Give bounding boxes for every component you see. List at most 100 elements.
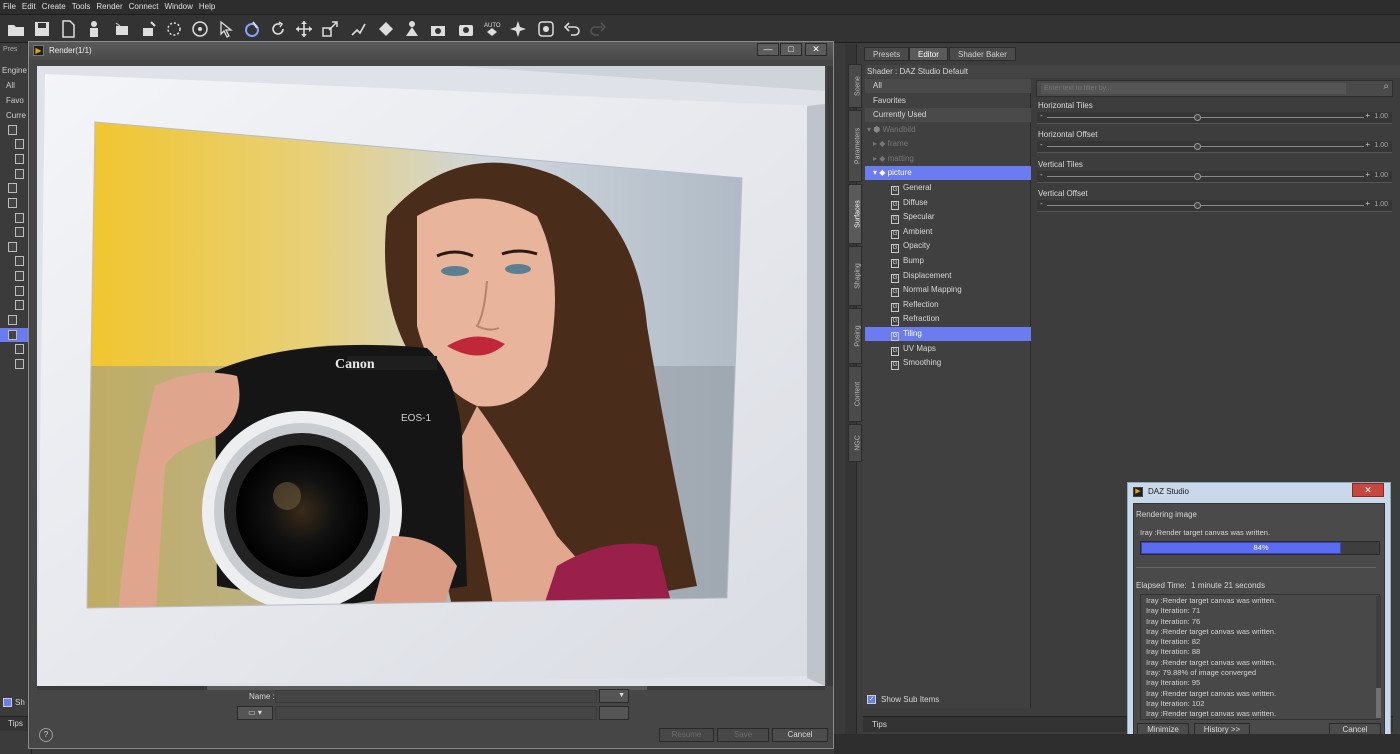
surface-item[interactable]: G Smoothing: [865, 356, 1031, 371]
tree-row-root[interactable]: ▾ ⬢ Wandbild: [865, 123, 1031, 137]
menu-help[interactable]: Help: [196, 0, 218, 11]
render-window-titlebar[interactable]: ▶ Render(1/1) — □ ✕: [29, 42, 833, 60]
slider-knob[interactable]: [1194, 201, 1201, 209]
log-scroll-thumb[interactable]: [1376, 688, 1381, 718]
decrement-button[interactable]: -: [1040, 170, 1043, 179]
surface-selection-icon[interactable]: [242, 19, 262, 39]
menu-tools[interactable]: Tools: [69, 0, 94, 11]
tips-tab[interactable]: Tips: [872, 720, 887, 729]
vtab-shaping[interactable]: Shaping: [848, 246, 862, 306]
tree-row-picture[interactable]: ▾ ◆ picture: [865, 166, 1031, 180]
menu-edit[interactable]: Edit: [19, 0, 39, 11]
path-input[interactable]: [275, 706, 597, 720]
node-tool-icon[interactable]: [138, 19, 158, 39]
surface-item[interactable]: G Normal Mapping: [865, 283, 1031, 298]
menu-window[interactable]: Window: [161, 0, 195, 11]
surface-item[interactable]: G Opacity: [865, 239, 1031, 254]
menu-connect[interactable]: Connect: [126, 0, 162, 11]
open-folder-icon[interactable]: [6, 19, 26, 39]
log-scrollbar[interactable]: [1376, 596, 1381, 718]
pointer-icon[interactable]: [216, 19, 236, 39]
figure-pose-icon[interactable]: [402, 19, 422, 39]
tree-node-icon[interactable]: [15, 286, 24, 296]
name-input[interactable]: [275, 690, 597, 703]
tree-node-icon[interactable]: [15, 213, 24, 223]
property-value[interactable]: 1.00: [1374, 201, 1388, 208]
increment-button[interactable]: +: [1365, 140, 1370, 149]
tree-row-matting[interactable]: ▸ ◆ matting: [865, 152, 1031, 166]
dialog-close-button[interactable]: ✕: [1352, 483, 1384, 497]
tree-node-icon[interactable]: [15, 139, 24, 149]
filter-input[interactable]: [1041, 83, 1346, 94]
tab-editor[interactable]: Editor: [909, 47, 948, 61]
tree-node-icon[interactable]: [15, 256, 24, 266]
camera-icon[interactable]: [428, 19, 448, 39]
tree-node-icon[interactable]: [15, 344, 24, 354]
close-button[interactable]: ✕: [805, 43, 827, 56]
increment-button[interactable]: +: [1365, 199, 1370, 208]
tab-presets[interactable]: Presets: [864, 47, 910, 61]
tree-node-icon[interactable]: [15, 271, 24, 281]
property-value[interactable]: 1.00: [1374, 172, 1388, 179]
tab-shader-baker[interactable]: Shader Baker: [949, 47, 1016, 61]
tree-node-icon[interactable]: [8, 315, 17, 325]
browse-button[interactable]: [599, 706, 629, 720]
iray-icon[interactable]: [536, 19, 556, 39]
vtab-surfaces[interactable]: Surfaces: [848, 184, 862, 244]
increment-button[interactable]: +: [1365, 111, 1370, 120]
tree-node-icon[interactable]: [8, 242, 17, 252]
decrement-button[interactable]: -: [1040, 140, 1043, 149]
region-tool-icon[interactable]: [164, 19, 184, 39]
render-icon[interactable]: [456, 19, 476, 39]
slider-track[interactable]: - +1.00: [1037, 111, 1392, 124]
surface-item[interactable]: G UV Maps: [865, 342, 1031, 356]
tree-node-icon[interactable]: [8, 125, 17, 135]
open-folder-dropdown[interactable]: ▭ ▾: [237, 706, 273, 720]
minimize-button[interactable]: —: [757, 43, 779, 56]
joint-editor-icon[interactable]: [348, 19, 368, 39]
save-button[interactable]: Save: [717, 728, 769, 742]
tree-node-icon[interactable]: [15, 359, 24, 369]
scale-icon[interactable]: [320, 19, 340, 39]
slider-track[interactable]: - +1.00: [1037, 199, 1392, 212]
tree-node-icon[interactable]: [15, 154, 24, 164]
property-slider[interactable]: Vertical Tiles - +1.00: [1036, 159, 1393, 186]
tree-node-icon[interactable]: [8, 183, 17, 193]
tree-node-icon[interactable]: [15, 169, 24, 179]
tree-node-icon[interactable]: [15, 227, 24, 237]
property-slider[interactable]: Horizontal Offset - +1.00: [1036, 129, 1393, 156]
translate-icon[interactable]: [294, 19, 314, 39]
vertical-scrollbar[interactable]: [827, 66, 833, 686]
auto-icon[interactable]: AUTO: [482, 19, 502, 39]
slider-track[interactable]: - +1.00: [1037, 170, 1392, 183]
surface-item[interactable]: G Ambient: [865, 225, 1031, 239]
universal-tool-icon[interactable]: [190, 19, 210, 39]
undo-icon[interactable]: [562, 19, 582, 39]
surface-item[interactable]: G Tiling: [865, 327, 1031, 341]
tree-node-icon[interactable]: [15, 300, 24, 310]
slider-knob[interactable]: [1194, 143, 1201, 151]
surface-item[interactable]: G Specular: [865, 210, 1031, 225]
menu-render[interactable]: Render: [93, 0, 125, 11]
scene-tool-icon[interactable]: [112, 19, 132, 39]
surface-item[interactable]: G Reflection: [865, 298, 1031, 312]
property-value[interactable]: 1.00: [1374, 142, 1388, 149]
surface-item[interactable]: G General: [865, 181, 1031, 195]
new-document-icon[interactable]: [58, 19, 78, 39]
property-slider[interactable]: Vertical Offset - +1.00: [1036, 188, 1393, 215]
help-icon[interactable]: ?: [39, 728, 53, 742]
tree-node-icon[interactable]: [8, 330, 17, 340]
slider-knob[interactable]: [1194, 114, 1201, 121]
maximize-button[interactable]: □: [780, 43, 802, 56]
save-icon[interactable]: [32, 19, 52, 39]
surface-item[interactable]: G Bump: [865, 254, 1031, 268]
tree-node-icon[interactable]: [8, 198, 17, 208]
slider-track[interactable]: - +1.00: [1037, 140, 1392, 154]
figure-icon[interactable]: [84, 19, 104, 39]
surface-item[interactable]: G Displacement: [865, 269, 1031, 283]
decrement-button[interactable]: -: [1040, 199, 1043, 208]
cancel-button[interactable]: Cancel: [772, 728, 828, 742]
show-sub-items-checkbox[interactable]: ✓: [867, 695, 876, 704]
geometry-editor-icon[interactable]: [376, 19, 396, 39]
vtab-parameters[interactable]: Parameters: [848, 110, 862, 182]
